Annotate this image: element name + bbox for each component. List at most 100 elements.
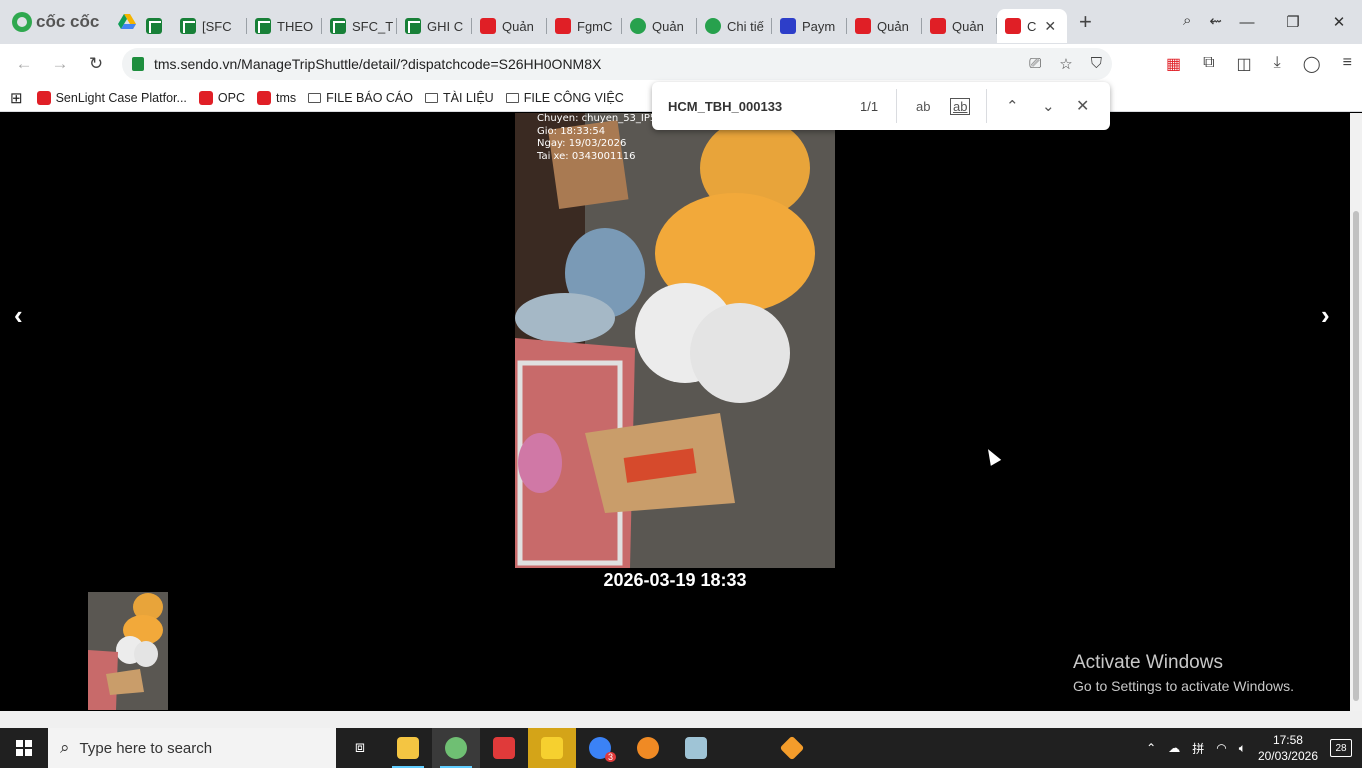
taskbar-app-orange[interactable] (624, 728, 672, 768)
notifications-button[interactable]: 28 (1330, 739, 1352, 757)
reload-button[interactable]: ↻ (78, 54, 114, 74)
tab-search-icon[interactable]: ⌕ (1183, 12, 1191, 30)
search-icon: ⌕ (60, 738, 70, 757)
google-drive-icon[interactable] (118, 14, 136, 30)
next-image-button[interactable]: › (1321, 300, 1330, 331)
browser-tab[interactable]: Paym (772, 9, 847, 43)
back-history-icon[interactable]: ⇜ (1209, 12, 1222, 30)
bookmark-label: SenLight Case Platfor... (55, 90, 187, 105)
brand-label: cốc cốc (36, 12, 100, 31)
download-icon[interactable]: ⤓ (1274, 54, 1281, 74)
watermark-subtitle: Go to Settings to activate Windows. (1073, 678, 1294, 694)
volume-icon[interactable]: 🔈︎ (1239, 741, 1246, 756)
taskbar-app-notes[interactable] (672, 728, 720, 768)
url-text[interactable]: tms.sendo.vn/ManageTripShuttle/detail/?d… (154, 56, 601, 72)
chrome-badge: 3 (604, 752, 616, 762)
browser-tab[interactable]: Quản (922, 9, 997, 43)
chevron-up-icon[interactable]: ⌃ (1146, 741, 1156, 755)
new-tab-button[interactable]: + (1079, 9, 1092, 35)
photo-illustration (515, 113, 835, 568)
bookmark-item[interactable]: SenLight Case Platfor... (36, 90, 187, 105)
close-window-button[interactable]: ✕ (1316, 13, 1362, 31)
bookmark-item[interactable]: OPC (198, 90, 246, 105)
onedrive-icon[interactable]: ☁ (1168, 741, 1180, 755)
taskbar-file-explorer[interactable] (384, 728, 432, 768)
sendo-favicon-icon (36, 90, 51, 105)
overlay-line: Tai xe: 0343001116 (537, 150, 636, 162)
ime-icon[interactable]: 拼 (1192, 740, 1204, 757)
browser-tab[interactable]: Quản (622, 9, 697, 43)
address-bar[interactable]: tms.sendo.vn/ManageTripShuttle/detail/?d… (122, 48, 1112, 80)
browser-tab[interactable]: THEO (247, 9, 322, 43)
sheets-pinned-tab-icon[interactable] (146, 18, 162, 34)
wifi-icon[interactable]: ◠ (1216, 741, 1226, 755)
browser-tab[interactable]: Quản (472, 9, 547, 43)
sendo-favicon-icon (198, 90, 213, 105)
match-case-button[interactable]: ab (916, 99, 930, 114)
taskbar-search[interactable]: ⌕ Type here to search (48, 728, 336, 768)
extension-sendo-icon[interactable]: ▦ (1166, 54, 1181, 74)
tab-label: Quản (502, 18, 534, 34)
bookmark-item[interactable]: TÀI LIỆU (425, 91, 494, 105)
bookmark-label: OPC (217, 90, 246, 105)
sendo-favicon-icon (257, 90, 272, 105)
taskbar-wps[interactable] (480, 728, 528, 768)
taskbar-chrome[interactable]: 3 (576, 728, 624, 768)
browser-tab[interactable]: [SFC (172, 9, 247, 43)
find-match-count: 1/1 (860, 98, 879, 114)
page-scrollbar[interactable] (1350, 113, 1362, 711)
browser-brand[interactable]: cốc cốc (0, 12, 108, 32)
coccoc-logo-icon (12, 12, 32, 32)
restore-button[interactable]: ❐ (1270, 13, 1316, 31)
bookmark-star-icon[interactable]: ☆ (1059, 55, 1072, 73)
minimize-button[interactable]: — (1224, 14, 1270, 31)
task-view-icon: ⧈ (354, 739, 366, 756)
photo-thumbnail[interactable] (88, 592, 168, 710)
browser-tab[interactable]: Quản (847, 9, 922, 43)
find-in-page-icon[interactable]: ⎚ (1029, 55, 1041, 73)
clock-time: 17:58 (1272, 733, 1303, 747)
photo-timestamp: 2026-03-19 18:33 (603, 570, 747, 590)
menu-icon[interactable]: ≡ (1343, 54, 1352, 74)
browser-tab[interactable]: SFC_T (322, 9, 397, 43)
scrollbar-thumb[interactable] (1353, 211, 1359, 701)
delivery-photo[interactable]: Chuyen: chuyen_53_IP59 Gio: 18:33:54 Nga… (515, 113, 835, 568)
clock[interactable]: 17:58 20/03/2026 (1258, 732, 1318, 764)
split-view-icon[interactable]: ◫ (1237, 54, 1252, 74)
taskbar-app-blank[interactable] (720, 728, 768, 768)
find-next-button[interactable]: ⌄ (1042, 97, 1055, 115)
tab-label: FgmC (577, 18, 613, 34)
taskbar-sticky-notes[interactable] (528, 728, 576, 768)
tab-label: GHI C (427, 18, 464, 34)
taskbar-app-cube[interactable] (768, 728, 816, 768)
browser-tab[interactable]: GHI C (397, 9, 472, 43)
watermark-title: Activate Windows (1073, 652, 1223, 673)
bookmark-item[interactable]: FILE BÁO CÁO (308, 91, 413, 105)
task-view-button[interactable]: ⧈ (336, 728, 384, 768)
forward-button[interactable]: → (42, 54, 78, 74)
coccoc-icon (445, 737, 467, 759)
find-input[interactable]: HCM_TBH_000133 (668, 99, 782, 114)
overlay-line: Ngay: 19/03/2026 (537, 138, 627, 149)
bookmark-label: FILE BÁO CÁO (326, 90, 413, 105)
taskbar-coccoc[interactable] (432, 728, 480, 768)
find-close-button[interactable]: ✕ (1076, 96, 1089, 116)
sheets-favicon-icon (180, 18, 196, 34)
find-previous-button[interactable]: ⌃ (1006, 97, 1019, 115)
start-button[interactable] (0, 728, 48, 768)
wps-office-icon (493, 737, 515, 759)
browser-tab[interactable]: FgmC (547, 9, 622, 43)
prev-image-button[interactable]: ‹ (14, 300, 23, 331)
extensions-puzzle-icon[interactable]: ⧉ (1203, 54, 1214, 74)
profile-icon[interactable]: ◯ (1303, 54, 1321, 74)
tab-close-icon[interactable]: ✕ (1044, 18, 1056, 35)
folder-icon (505, 92, 519, 103)
back-button[interactable]: ← (6, 54, 42, 74)
tab-active[interactable]: C ✕ (997, 9, 1067, 43)
bookmark-item[interactable]: tms (257, 90, 296, 105)
browser-tab[interactable]: Chi tiế (697, 9, 772, 43)
apps-grid-icon[interactable]: ⊞ (10, 89, 23, 107)
shield-icon[interactable]: ⛉ (1091, 55, 1102, 73)
bookmark-item[interactable]: FILE CÔNG VIỆC (505, 91, 624, 105)
whole-word-button[interactable]: ab (950, 97, 971, 115)
